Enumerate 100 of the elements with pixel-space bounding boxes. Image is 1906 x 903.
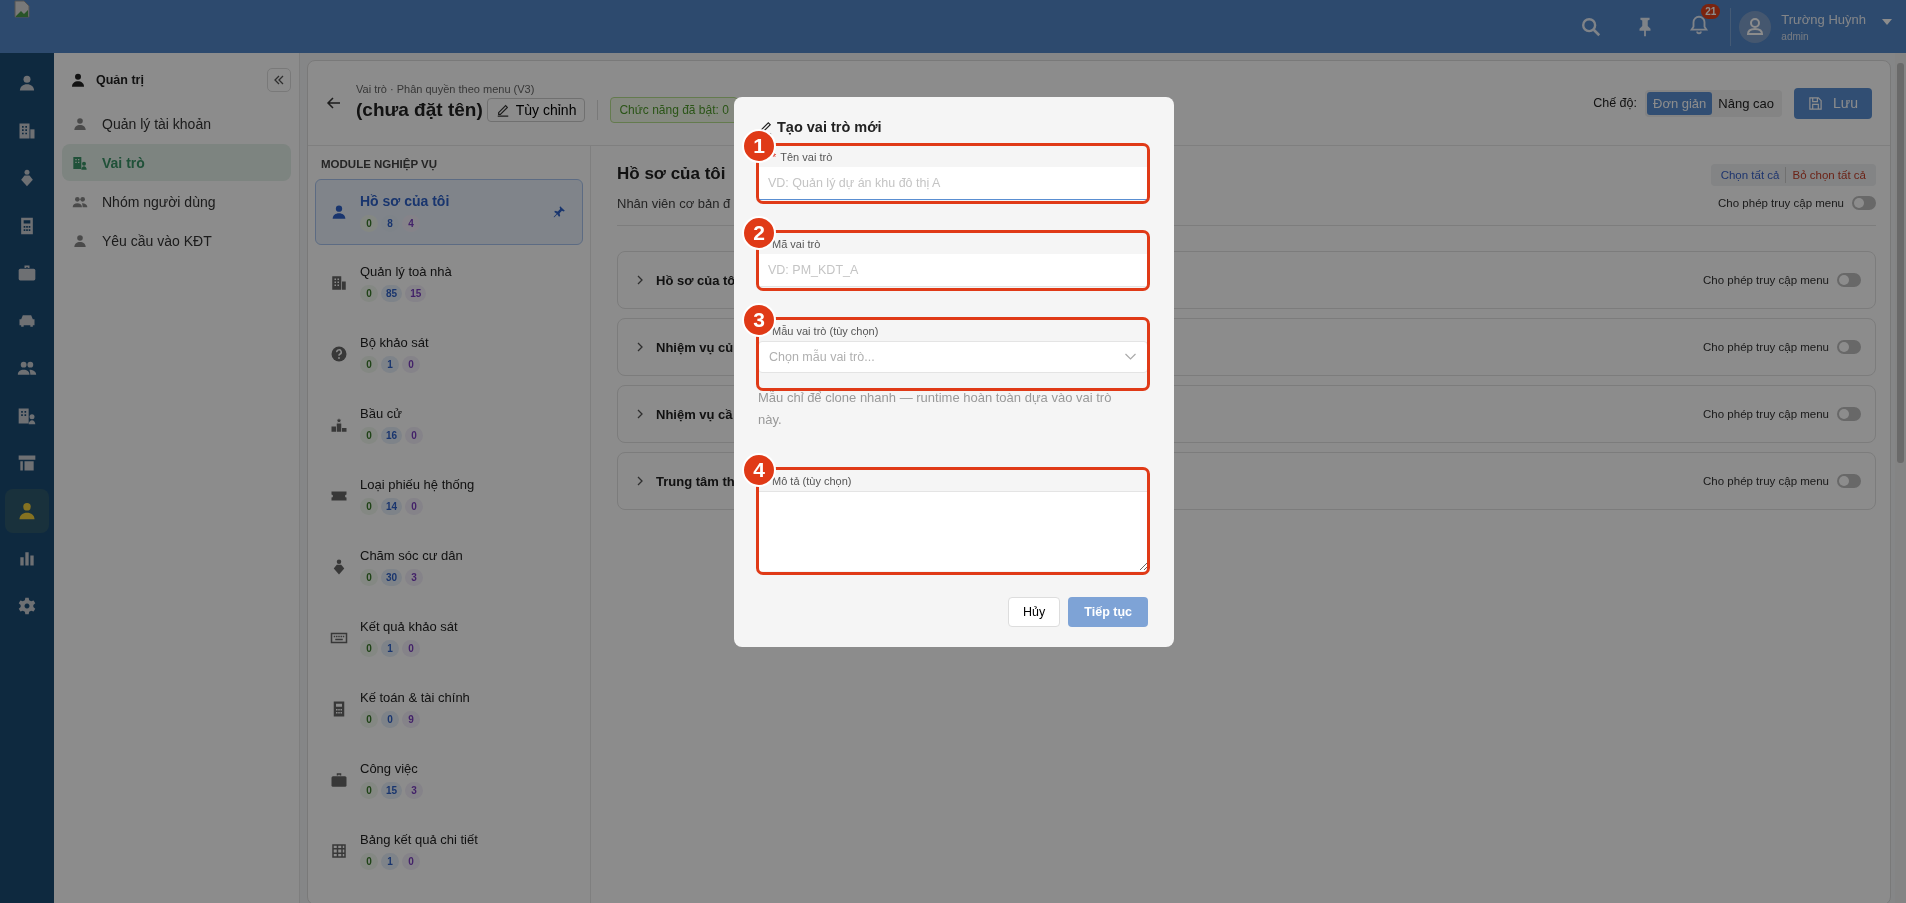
edit-button[interactable]: Tùy chỉnh [486, 98, 586, 122]
admin-icon [17, 500, 37, 521]
toggle-switch[interactable] [1837, 340, 1861, 354]
module-item[interactable]: Kế toán & tài chính 0 0 9 [315, 676, 583, 742]
count-badge: 15 [405, 285, 427, 302]
building-icon [330, 274, 348, 292]
search-icon[interactable] [1580, 15, 1603, 38]
count-badge: 16 [381, 427, 403, 444]
help-text: Mẫu chỉ để clone nhanh — runtime hoàn toàn dựa vào vai trò này. [758, 389, 1113, 429]
count-badge: 0 [360, 711, 378, 728]
module-item[interactable]: Công việc 0 15 3 [315, 747, 583, 813]
broken-image-icon [14, 0, 30, 18]
count-badge: 0 [360, 356, 378, 373]
briefcase-icon [17, 263, 37, 283]
sidebar-item[interactable]: Nhóm người dùng [62, 183, 291, 220]
scrollbar[interactable] [1895, 53, 1906, 903]
sidebar-item[interactable]: Quản lý tài khoản [62, 105, 291, 142]
count-badge: 0 [360, 853, 378, 870]
count-badge: 0 [402, 640, 420, 657]
cancel-button[interactable]: Hủy [1008, 597, 1061, 627]
store-icon [17, 453, 37, 473]
count-badge: 1 [381, 640, 399, 657]
module-item[interactable]: Bầu cử 0 16 0 [315, 392, 583, 458]
module-name: Chăm sóc cư dân [360, 548, 464, 563]
person-icon [72, 232, 88, 249]
question-icon [330, 345, 348, 363]
count-badge: 0 [405, 498, 424, 515]
count-badge: 85 [381, 285, 403, 302]
user-role: admin [1781, 30, 1810, 42]
double-chevron-icon [273, 74, 285, 86]
count-badge: 4 [402, 214, 420, 232]
toggle-switch[interactable] [1837, 273, 1861, 287]
count-badge: 0 [360, 427, 378, 444]
count-badge: 3 [405, 569, 424, 586]
module-item[interactable]: Kết quả khảo sát 0 1 0 [315, 605, 583, 671]
chevron-icon [636, 408, 644, 420]
user-icon [72, 115, 88, 132]
section-name: Nhiệm vụ củ [656, 339, 734, 355]
module-item[interactable]: Loại phiếu hệ thống 0 14 0 [315, 463, 583, 529]
sidebar-title: Quản trị [96, 73, 145, 87]
field-label: Tên vai trò [780, 151, 833, 163]
admin-icon [70, 72, 86, 88]
bell-icon[interactable] [1688, 13, 1711, 36]
module-name: Loại phiếu hệ thống [360, 477, 476, 492]
section-heading: MODULE NGHIỆP VỤ [320, 157, 439, 173]
status-badge: Chức năng đã bật: 0 [610, 97, 738, 123]
count-badge: 0 [360, 569, 378, 586]
podium-icon [330, 416, 348, 434]
count-badge: 14 [381, 498, 403, 515]
deselect-all-button[interactable]: Bỏ chọn tất cả [1786, 167, 1872, 183]
avatar-icon[interactable] [1739, 10, 1772, 43]
toggle-switch[interactable] [1852, 196, 1876, 210]
briefcase-icon [330, 771, 348, 789]
mode-label: Chế độ: [1593, 96, 1637, 110]
count-badge: 15 [381, 782, 403, 799]
grid-icon [330, 842, 348, 860]
caret-icon[interactable] [1882, 18, 1892, 25]
module-item[interactable]: Quản lý toà nhà 0 85 15 [315, 250, 583, 316]
pencil-icon [495, 103, 510, 117]
toggle-label: Cho phép truy cập menu [1703, 475, 1829, 487]
count-badge: 0 [405, 427, 424, 444]
module-item[interactable]: Chăm sóc cư dân 0 30 3 [315, 534, 583, 600]
count-badge: 0 [381, 711, 399, 728]
person-icon [17, 73, 37, 93]
person-icon [330, 203, 348, 221]
module-name: Bảng kết quả chi tiết [360, 832, 479, 847]
count-badge: 30 [381, 569, 403, 586]
module-name: Hồ sơ của tôi [360, 192, 451, 209]
rail-item[interactable] [5, 488, 49, 533]
section-name: Nhiệm vụ cầ [656, 406, 733, 422]
count-badge: 1 [381, 853, 399, 870]
count-badge: 0 [360, 214, 378, 232]
pin-icon[interactable] [552, 205, 566, 219]
module-item[interactable]: Hồ sơ của tôi 0 8 4 [315, 179, 583, 245]
notification-badge: 21 [1701, 3, 1721, 19]
collapse-button[interactable] [267, 68, 291, 92]
toggle-switch[interactable] [1837, 474, 1861, 488]
chevron-down-icon [1124, 353, 1137, 361]
toggle-label: Cho phép truy cập menu [1703, 341, 1829, 353]
back-arrow-icon[interactable] [326, 95, 342, 111]
count-badge: 3 [405, 782, 424, 799]
section-name: Trung tâm th [656, 473, 735, 489]
toggle-label: Cho phép truy cập menu [1703, 274, 1829, 286]
count-badge: 0 [402, 356, 420, 373]
sidebar-item[interactable]: Yêu cầu vào KĐT [62, 222, 291, 259]
section-title: Hồ sơ của tôi [617, 164, 727, 184]
section-description: Nhân viên cơ bản đ [617, 196, 731, 211]
count-badge: 0 [402, 853, 420, 870]
toggle-label: Cho phép truy cập menu [1718, 197, 1844, 209]
module-item[interactable]: Bảng kết quả chi tiết 0 1 0 [315, 818, 583, 884]
module-name: Bầu cử [360, 406, 403, 421]
toggle-label: Cho phép truy cập menu [1703, 408, 1829, 420]
chevron-icon [636, 274, 644, 286]
count-badge: 0 [360, 285, 378, 302]
chevron-icon [636, 341, 644, 353]
toggle-switch[interactable] [1837, 407, 1861, 421]
mode-option[interactable]: Nâng cao [1712, 91, 1780, 115]
module-name: Kết quả khảo sát [360, 619, 459, 634]
select-all-button[interactable]: Chọn tất cả [1714, 167, 1787, 183]
module-item[interactable]: Bộ khảo sát 0 1 0 [315, 321, 583, 387]
